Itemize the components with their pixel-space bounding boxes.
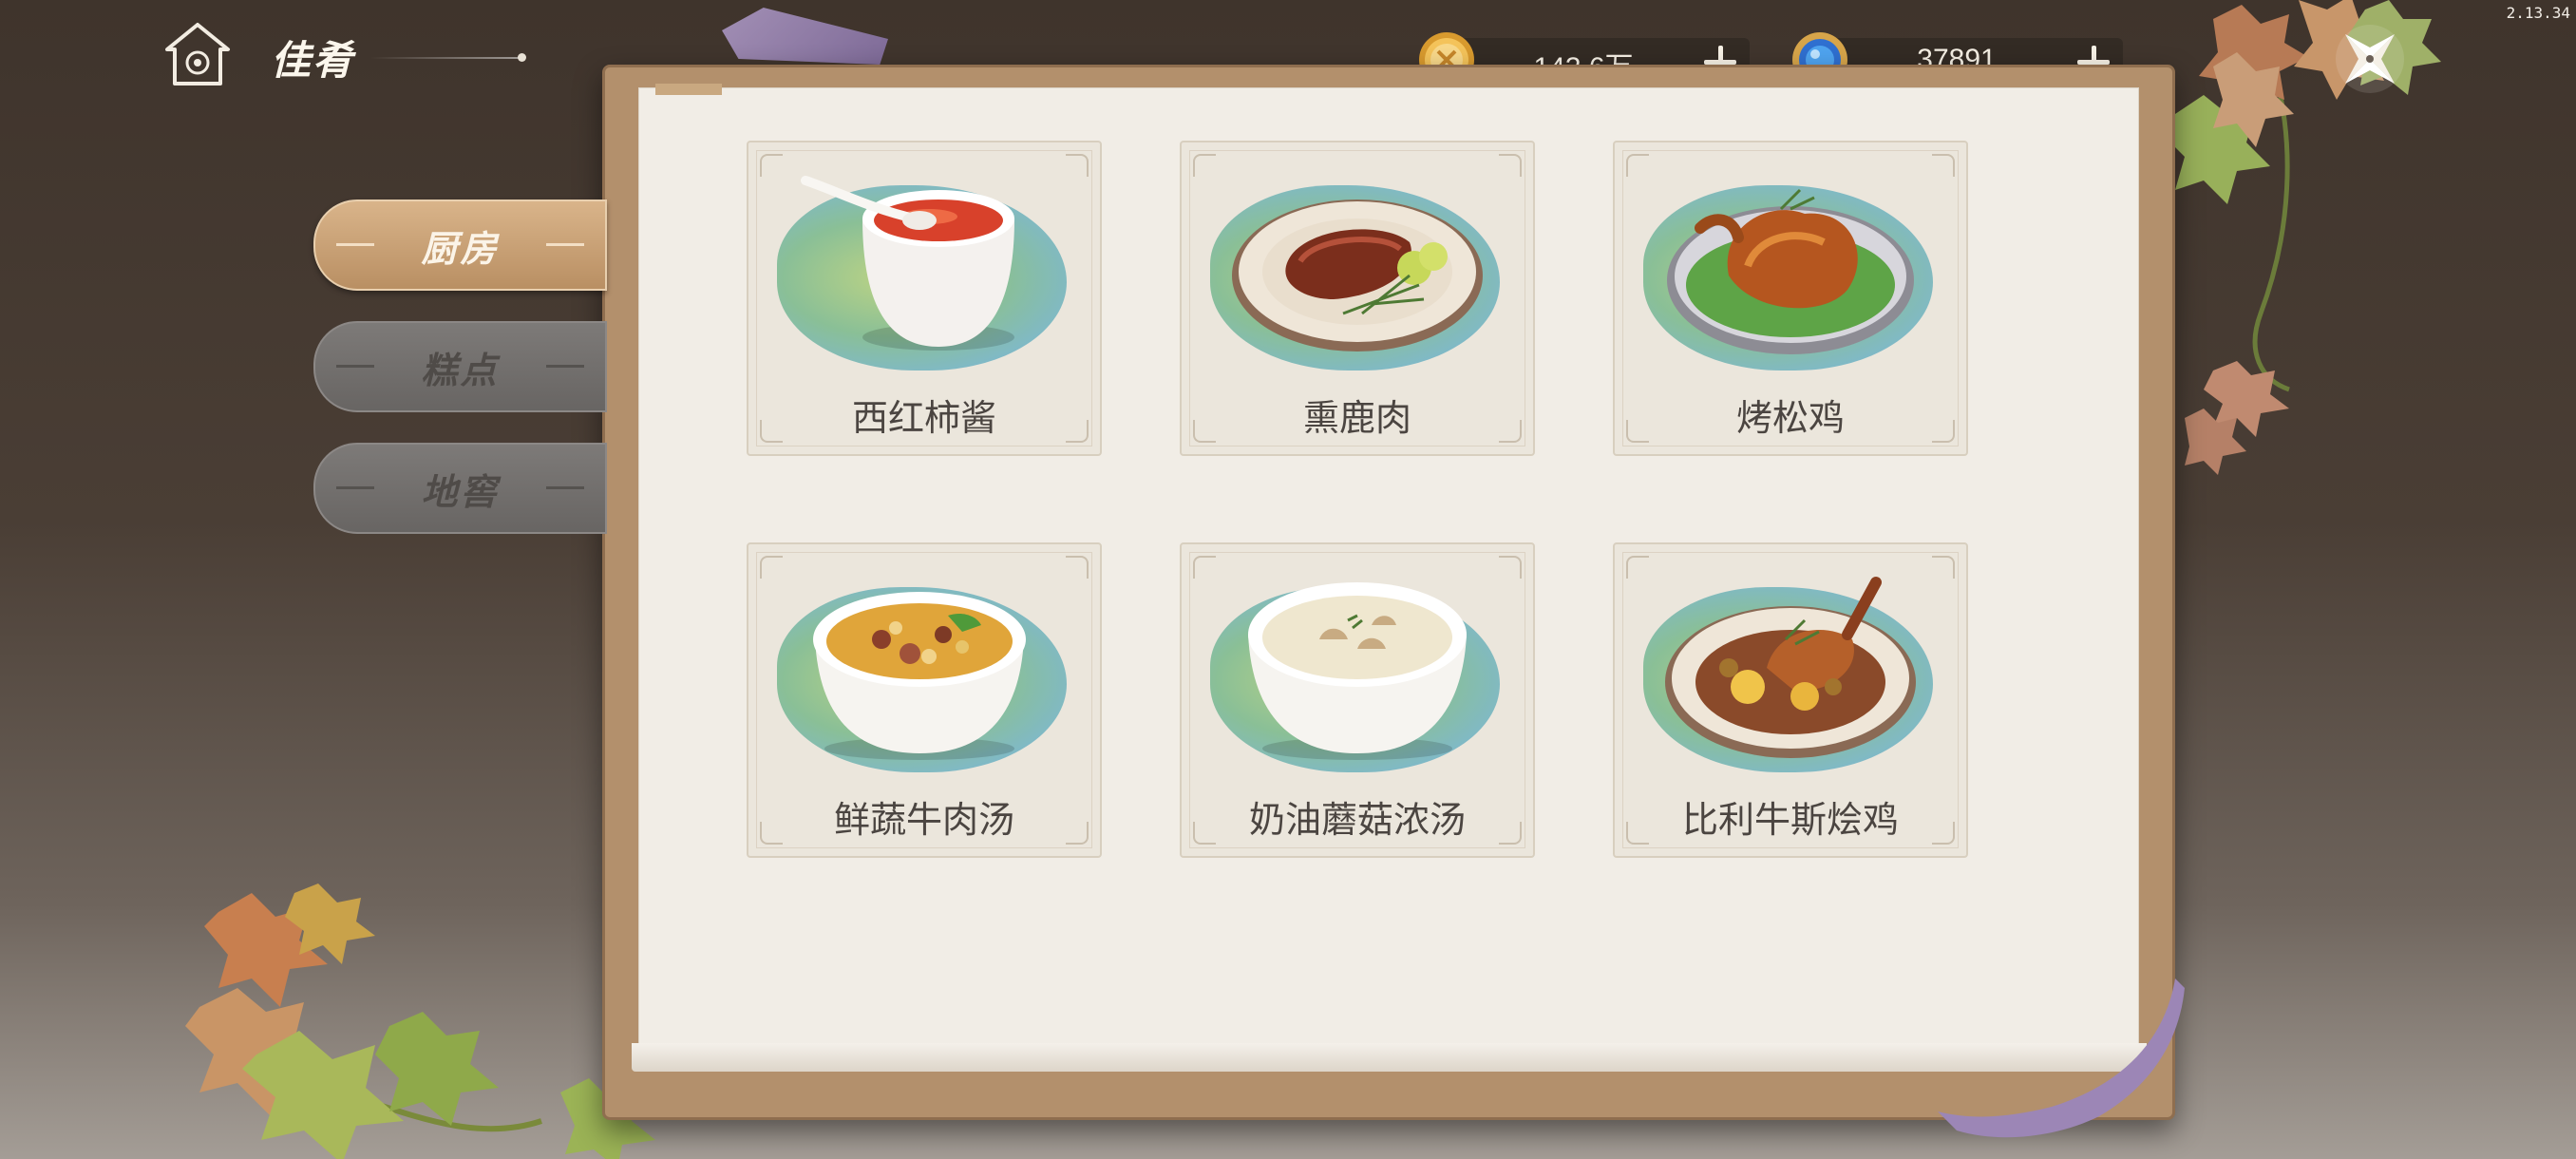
ribbon-decoration-bottom	[1938, 978, 2185, 1138]
version-label: 2.13.34	[2506, 4, 2570, 22]
tab-kitchen[interactable]: 厨房	[313, 200, 607, 291]
recipe-card-tomato-sauce[interactable]: 西红柿酱	[747, 141, 1102, 456]
vine-leaves-top-right	[2161, 0, 2441, 475]
ribbon-decoration	[722, 8, 888, 65]
home-button[interactable]	[161, 19, 234, 91]
recipe-name: 鲜蔬牛肉汤	[833, 799, 1014, 841]
tab-ornament-right	[546, 243, 584, 246]
smoked-venison-icon	[1232, 200, 1483, 352]
recipe-card-roast-grouse[interactable]: 烤松鸡	[1613, 141, 1968, 456]
recipe-name: 比利牛斯烩鸡	[1681, 799, 1899, 841]
tab-ornament-left	[336, 365, 374, 368]
corner-ornament	[1066, 154, 1089, 177]
recipe-card-beef-vegetable-soup[interactable]: 鲜蔬牛肉汤	[747, 542, 1102, 858]
tab-ornament-left	[336, 243, 374, 246]
tab-label: 地窖	[421, 469, 500, 513]
tab-ornament-left	[336, 486, 374, 489]
corner-ornament	[1193, 154, 1216, 177]
tab-cellar[interactable]: 地窖	[313, 443, 607, 534]
corner-ornament	[1932, 556, 1955, 579]
corner-ornament	[1066, 556, 1089, 579]
recipe-name: 奶油蘑菇浓汤	[1248, 799, 1466, 841]
pyrenees-chicken-stew-icon	[1665, 577, 1916, 758]
title-underline	[370, 57, 522, 59]
corner-ornament	[1499, 154, 1522, 177]
recipe-card-smoked-venison[interactable]: 熏鹿肉	[1180, 141, 1535, 456]
cream-mushroom-soup-icon	[1248, 582, 1467, 760]
roast-grouse-icon	[1667, 188, 1914, 354]
corner-ornament	[760, 154, 783, 177]
tab-label: 糕点	[421, 348, 500, 391]
recipe-name: 熏鹿肉	[1302, 397, 1411, 439]
tab-ornament-right	[546, 365, 584, 368]
tomato-sauce-icon	[801, 176, 1014, 351]
tab-label: 厨房	[421, 226, 500, 270]
recipe-card-cream-mushroom-soup[interactable]: 奶油蘑菇浓汤	[1180, 542, 1535, 858]
tab-ornament-right	[546, 486, 584, 489]
beef-vegetable-soup-icon	[813, 592, 1026, 760]
page-edge	[632, 1043, 2147, 1072]
corner-ornament	[1193, 556, 1216, 579]
corner-ornament	[760, 556, 783, 579]
page-title: 佳肴	[271, 37, 355, 84]
recipe-name: 烤松鸡	[1735, 397, 1845, 439]
corner-ornament	[1932, 154, 1955, 177]
close-icon[interactable]	[2332, 21, 2408, 97]
recipe-card-pyrenees-chicken-stew[interactable]: 比利牛斯烩鸡	[1613, 542, 1968, 858]
corner-ornament	[1626, 154, 1649, 177]
corner-ornament	[1626, 556, 1649, 579]
recipe-name: 西红柿酱	[851, 397, 996, 439]
title-underline-dot	[518, 53, 526, 62]
tab-pastry[interactable]: 糕点	[313, 321, 607, 412]
corner-ornament	[1499, 556, 1522, 579]
bookmark-tab	[655, 84, 722, 95]
